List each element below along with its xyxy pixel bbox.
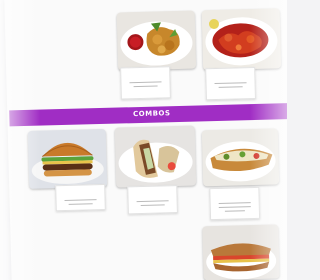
item-card-1	[120, 66, 171, 100]
item-name	[56, 188, 104, 189]
item-name	[210, 191, 258, 192]
menu-sheet-view: COMBOS	[0, 0, 287, 280]
item-card-3	[55, 183, 106, 212]
item-description	[125, 78, 165, 90]
item-name	[206, 71, 254, 72]
item-photo-burger	[27, 128, 108, 189]
item-photo-fried-snack	[116, 10, 197, 71]
item-photo-sauce-chicken	[201, 8, 282, 71]
item-description	[215, 199, 255, 215]
item-photo-sandwich	[201, 128, 280, 187]
item-name	[128, 189, 176, 190]
item-photo-grilled-sandwich	[202, 224, 280, 280]
item-description	[210, 79, 250, 91]
item-name	[121, 70, 169, 71]
item-photo-doner	[114, 125, 197, 188]
item-card-2	[205, 66, 256, 101]
item-card-4	[127, 185, 178, 215]
item-card-5	[209, 186, 261, 221]
item-description	[133, 197, 173, 209]
item-description	[60, 196, 100, 208]
menu-photo: COMBOS	[0, 0, 287, 280]
